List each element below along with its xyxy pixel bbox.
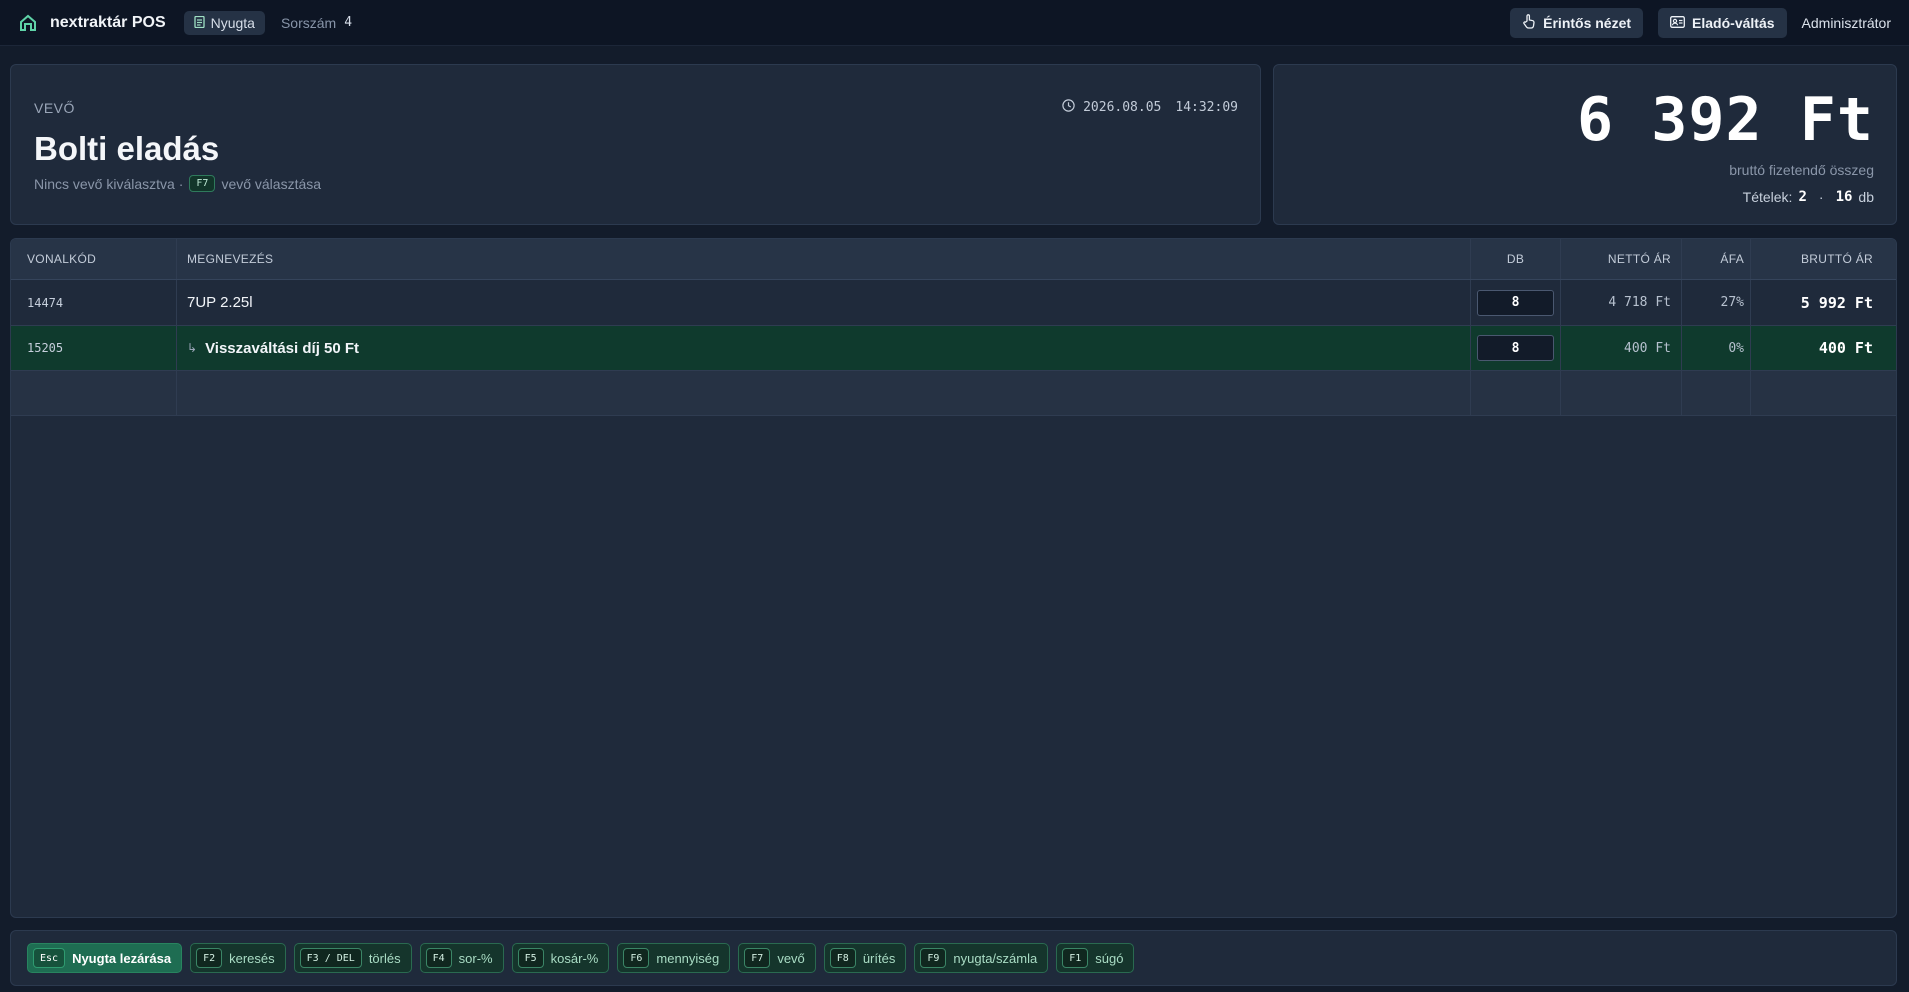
table-row[interactable]: 14474 7UP 2.25l 8 4 718 Ft 27% 5 992 Ft: [11, 280, 1896, 326]
customer-section-label: VEVŐ: [34, 100, 75, 116]
clear-button[interactable]: F8 ürítés: [823, 943, 907, 973]
customer-button[interactable]: F7 vevő: [738, 943, 816, 973]
touch-view-label: Érintős nézet: [1543, 14, 1632, 31]
shortcut-label: törlés: [368, 950, 401, 966]
sequence-label: Sorszám: [280, 14, 337, 31]
date-text: 2026.08.05: [1083, 100, 1162, 115]
shortcut-label: nyugta/számla: [953, 950, 1038, 966]
items-separator: ·: [1818, 189, 1824, 205]
sale-title: Bolti eladás: [34, 130, 220, 167]
customer-subtitle: Nincs vevő kiválasztva · F7 vevő választ…: [34, 175, 321, 192]
id-card-icon: [1670, 15, 1685, 31]
header-barcode[interactable]: VONALKÓD: [11, 239, 177, 279]
quantity-button[interactable]: F6 mennyiség: [617, 943, 731, 973]
shortcut-key: F2: [196, 948, 223, 968]
shortcut-key: F4: [425, 948, 452, 968]
shortcut-key: F5: [517, 948, 544, 968]
mode-label: Nyugta: [210, 14, 255, 31]
shortcut-label: vevő: [777, 950, 805, 966]
shortcut-key: F9: [920, 948, 947, 968]
user-name[interactable]: Adminisztrátor: [1802, 15, 1891, 31]
table-row[interactable]: 15205 ↳ Visszaváltási díj 50 Ft 8 400 Ft…: [11, 326, 1896, 371]
header-vat[interactable]: ÁFA: [1682, 239, 1751, 279]
shortcut-label: sor-%: [458, 950, 493, 966]
touch-view-button[interactable]: Érintős nézet: [1510, 7, 1644, 38]
customer-panel: VEVŐ Bolti eladás Nincs vevő kiválasztva…: [10, 64, 1261, 225]
row-vat: 0%: [1728, 340, 1744, 356]
shortcut-label: ürítés: [862, 950, 896, 966]
shortcut-key: Esc: [33, 948, 66, 968]
row-discount-button[interactable]: F4 sor-%: [419, 943, 504, 973]
items-count: 2: [1798, 189, 1807, 205]
child-item-icon: ↳: [187, 341, 198, 355]
seller-switch-label: Eladó-váltás: [1692, 14, 1775, 31]
shortcut-key: F1: [1062, 948, 1089, 968]
qty-total: 16: [1835, 189, 1853, 205]
close-receipt-button[interactable]: Esc Nyugta lezárása: [27, 943, 183, 973]
row-gross-price: 400 Ft: [1818, 339, 1873, 357]
receipt-icon: [193, 15, 205, 31]
row-net-price: 4 718 Ft: [1608, 295, 1671, 310]
shortcut-key: F6: [623, 948, 650, 968]
topbar-actions: Érintős nézet Eladó-váltás Adminisztráto…: [1510, 7, 1891, 38]
row-gross-price: 5 992 Ft: [1800, 293, 1873, 312]
table-header: VONALKÓD MEGNEVEZÉS DB NETTÓ ÁR ÁFA BRUT…: [11, 239, 1896, 280]
total-caption: bruttó fizetendő összeg: [1729, 162, 1874, 178]
select-customer-link[interactable]: vevő választása: [221, 176, 321, 192]
clock-icon: [1062, 99, 1075, 116]
row-barcode: 15205: [27, 341, 64, 355]
shortcut-label: kosár-%: [550, 950, 599, 966]
top-bar: nextraktár POS Nyugta Sorszám 4 Érintős …: [0, 0, 1909, 46]
shortcut-label: keresés: [229, 950, 275, 966]
help-button[interactable]: F1 súgó: [1056, 943, 1135, 973]
empty-input-row[interactable]: [11, 371, 1896, 416]
select-customer-key[interactable]: F7: [189, 175, 216, 192]
header-gross-price[interactable]: BRUTTÓ ÁR: [1751, 239, 1896, 279]
header-net-price[interactable]: NETTÓ ÁR: [1561, 239, 1682, 279]
row-net-price: 400 Ft: [1624, 340, 1671, 356]
qty-unit: db: [1858, 189, 1874, 205]
shortcut-key: F8: [829, 948, 856, 968]
app-title: nextraktár POS: [50, 13, 166, 31]
total-amount: 6 392 Ft: [1577, 85, 1874, 155]
sequence-value: 4: [344, 15, 353, 30]
row-qty-input[interactable]: 8: [1477, 335, 1554, 361]
row-barcode: 14474: [27, 295, 64, 310]
mode-badge[interactable]: Nyugta: [183, 10, 265, 35]
items-summary: Tételek: 2 · 16 db: [1743, 189, 1874, 205]
receipt-invoice-button[interactable]: F9 nyugta/számla: [914, 943, 1049, 973]
shortcut-key: F7: [744, 948, 771, 968]
time-text: 14:32:09: [1175, 100, 1238, 115]
header-name[interactable]: MEGNEVEZÉS: [177, 239, 1471, 279]
hand-pointer-icon: [1522, 13, 1536, 32]
cart-discount-button[interactable]: F5 kosár-%: [511, 943, 610, 973]
home-icon[interactable]: [18, 13, 38, 33]
shortcut-key: F3 / DEL: [299, 948, 362, 968]
row-vat: 27%: [1720, 295, 1744, 310]
shortcut-label: Nyugta lezárása: [72, 950, 172, 966]
row-name: Visszaváltási díj 50 Ft: [205, 339, 360, 357]
shortcut-label: mennyiség: [656, 950, 720, 966]
cart-table: VONALKÓD MEGNEVEZÉS DB NETTÓ ÁR ÁFA BRUT…: [10, 238, 1897, 918]
shortcut-bar: Esc Nyugta lezárása F2 keresés F3 / DEL …: [10, 930, 1897, 986]
shortcut-label: súgó: [1095, 950, 1124, 966]
no-customer-text: Nincs vevő kiválasztva ·: [34, 175, 184, 192]
search-button[interactable]: F2 keresés: [190, 943, 286, 973]
row-qty-input[interactable]: 8: [1477, 289, 1554, 316]
delete-button[interactable]: F3 / DEL törlés: [293, 943, 412, 973]
items-label: Tételek:: [1742, 189, 1793, 205]
total-panel: 6 392 Ft bruttó fizetendő összeg Tételek…: [1273, 64, 1897, 225]
row-name: 7UP 2.25l: [187, 294, 253, 311]
date-time: 2026.08.05 14:32:09: [1062, 99, 1238, 116]
header-qty[interactable]: DB: [1471, 239, 1561, 279]
seller-switch-button[interactable]: Eladó-váltás: [1658, 7, 1787, 38]
